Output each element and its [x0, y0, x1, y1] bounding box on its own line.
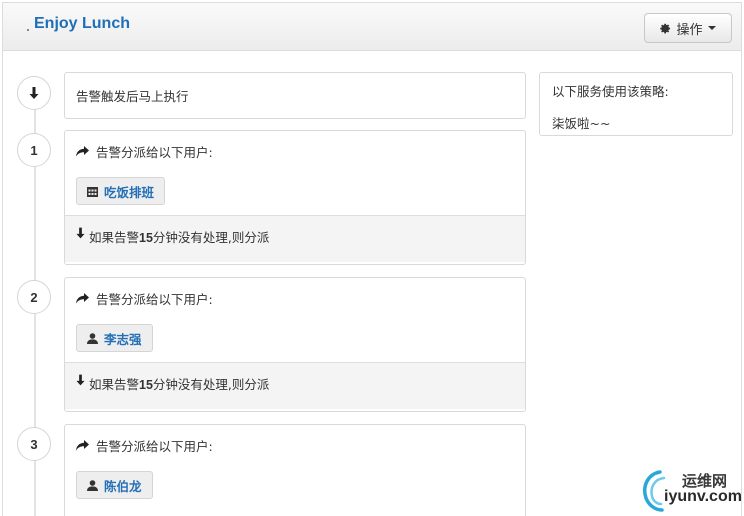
- arrow-down-icon: [76, 374, 85, 386]
- step-head: 告警分派给以下用户:: [65, 425, 525, 465]
- page-title: Enjoy Lunch: [34, 15, 130, 32]
- share-arrow-icon: [76, 145, 89, 156]
- step-card-2: 告警分派给以下用户: 李志强 如果告警15分钟没有处理,则分派: [64, 277, 526, 412]
- user-icon: [87, 479, 98, 491]
- services-panel: 以下服务使用该策略: 柒饭啦~~: [539, 72, 733, 136]
- assignee-label: 李志强: [104, 331, 142, 347]
- step-head-text: 告警分派给以下用户:: [96, 438, 213, 454]
- caret-down-icon: [707, 26, 716, 30]
- app-frame: Enjoy Lunch 操作 告警触发后马上执行 1 告警分派给以下用户: 吃饭…: [2, 2, 742, 516]
- arrow-down-icon: [29, 87, 39, 99]
- trigger-text: 告警触发后马上执行: [76, 89, 189, 104]
- arrow-down-icon: [76, 227, 85, 239]
- watermark-line2: iyunv.com: [664, 488, 742, 505]
- escalation-text: 如果告警15分钟没有处理,则分派: [89, 230, 270, 245]
- share-arrow-icon: [76, 292, 89, 303]
- step-head-text: 告警分派给以下用户:: [96, 291, 213, 307]
- step-number-3: 3: [17, 427, 51, 461]
- operations-dropdown-button[interactable]: 操作: [644, 13, 732, 43]
- header-dot: [27, 29, 29, 31]
- step-card-1: 告警分派给以下用户: 吃饭排班 如果告警15分钟没有处理,则分派: [64, 130, 526, 265]
- escalation-row: 如果告警15分钟没有处理,则分派: [65, 362, 525, 409]
- escalation-text: 如果告警15分钟没有处理,则分派: [89, 377, 270, 392]
- services-panel-title: 以下服务使用该策略:: [552, 84, 669, 99]
- assignee-chip-user[interactable]: 陈伯龙: [76, 471, 153, 499]
- assignee-label: 陈伯龙: [104, 478, 142, 494]
- operations-button-label: 操作: [676, 22, 703, 38]
- watermark-logo: 运维网 iyunv.com: [640, 466, 744, 516]
- step-head-text: 告警分派给以下用户:: [96, 144, 213, 160]
- calendar-icon: [87, 186, 98, 197]
- user-icon: [87, 332, 98, 344]
- assignee-label: 吃饭排班: [104, 184, 155, 200]
- assignee-chip-user[interactable]: 李志强: [76, 324, 153, 352]
- step-head: 告警分派给以下用户:: [65, 278, 525, 318]
- share-arrow-icon: [76, 439, 89, 450]
- trigger-card: 告警触发后马上执行: [64, 72, 526, 119]
- service-item[interactable]: 柒饭啦~~: [552, 113, 720, 132]
- gear-icon: [660, 23, 671, 33]
- step-head: 告警分派给以下用户:: [65, 131, 525, 171]
- escalation-row: 如果告警15分钟没有处理,则分派: [65, 215, 525, 262]
- page-header: Enjoy Lunch 操作: [3, 3, 741, 51]
- step-card-3: 告警分派给以下用户: 陈伯龙: [64, 424, 526, 516]
- step-number-1: 1: [17, 133, 51, 167]
- assignee-chip-schedule[interactable]: 吃饭排班: [76, 177, 166, 205]
- trigger-circle: [17, 76, 51, 110]
- step-number-2: 2: [17, 280, 51, 314]
